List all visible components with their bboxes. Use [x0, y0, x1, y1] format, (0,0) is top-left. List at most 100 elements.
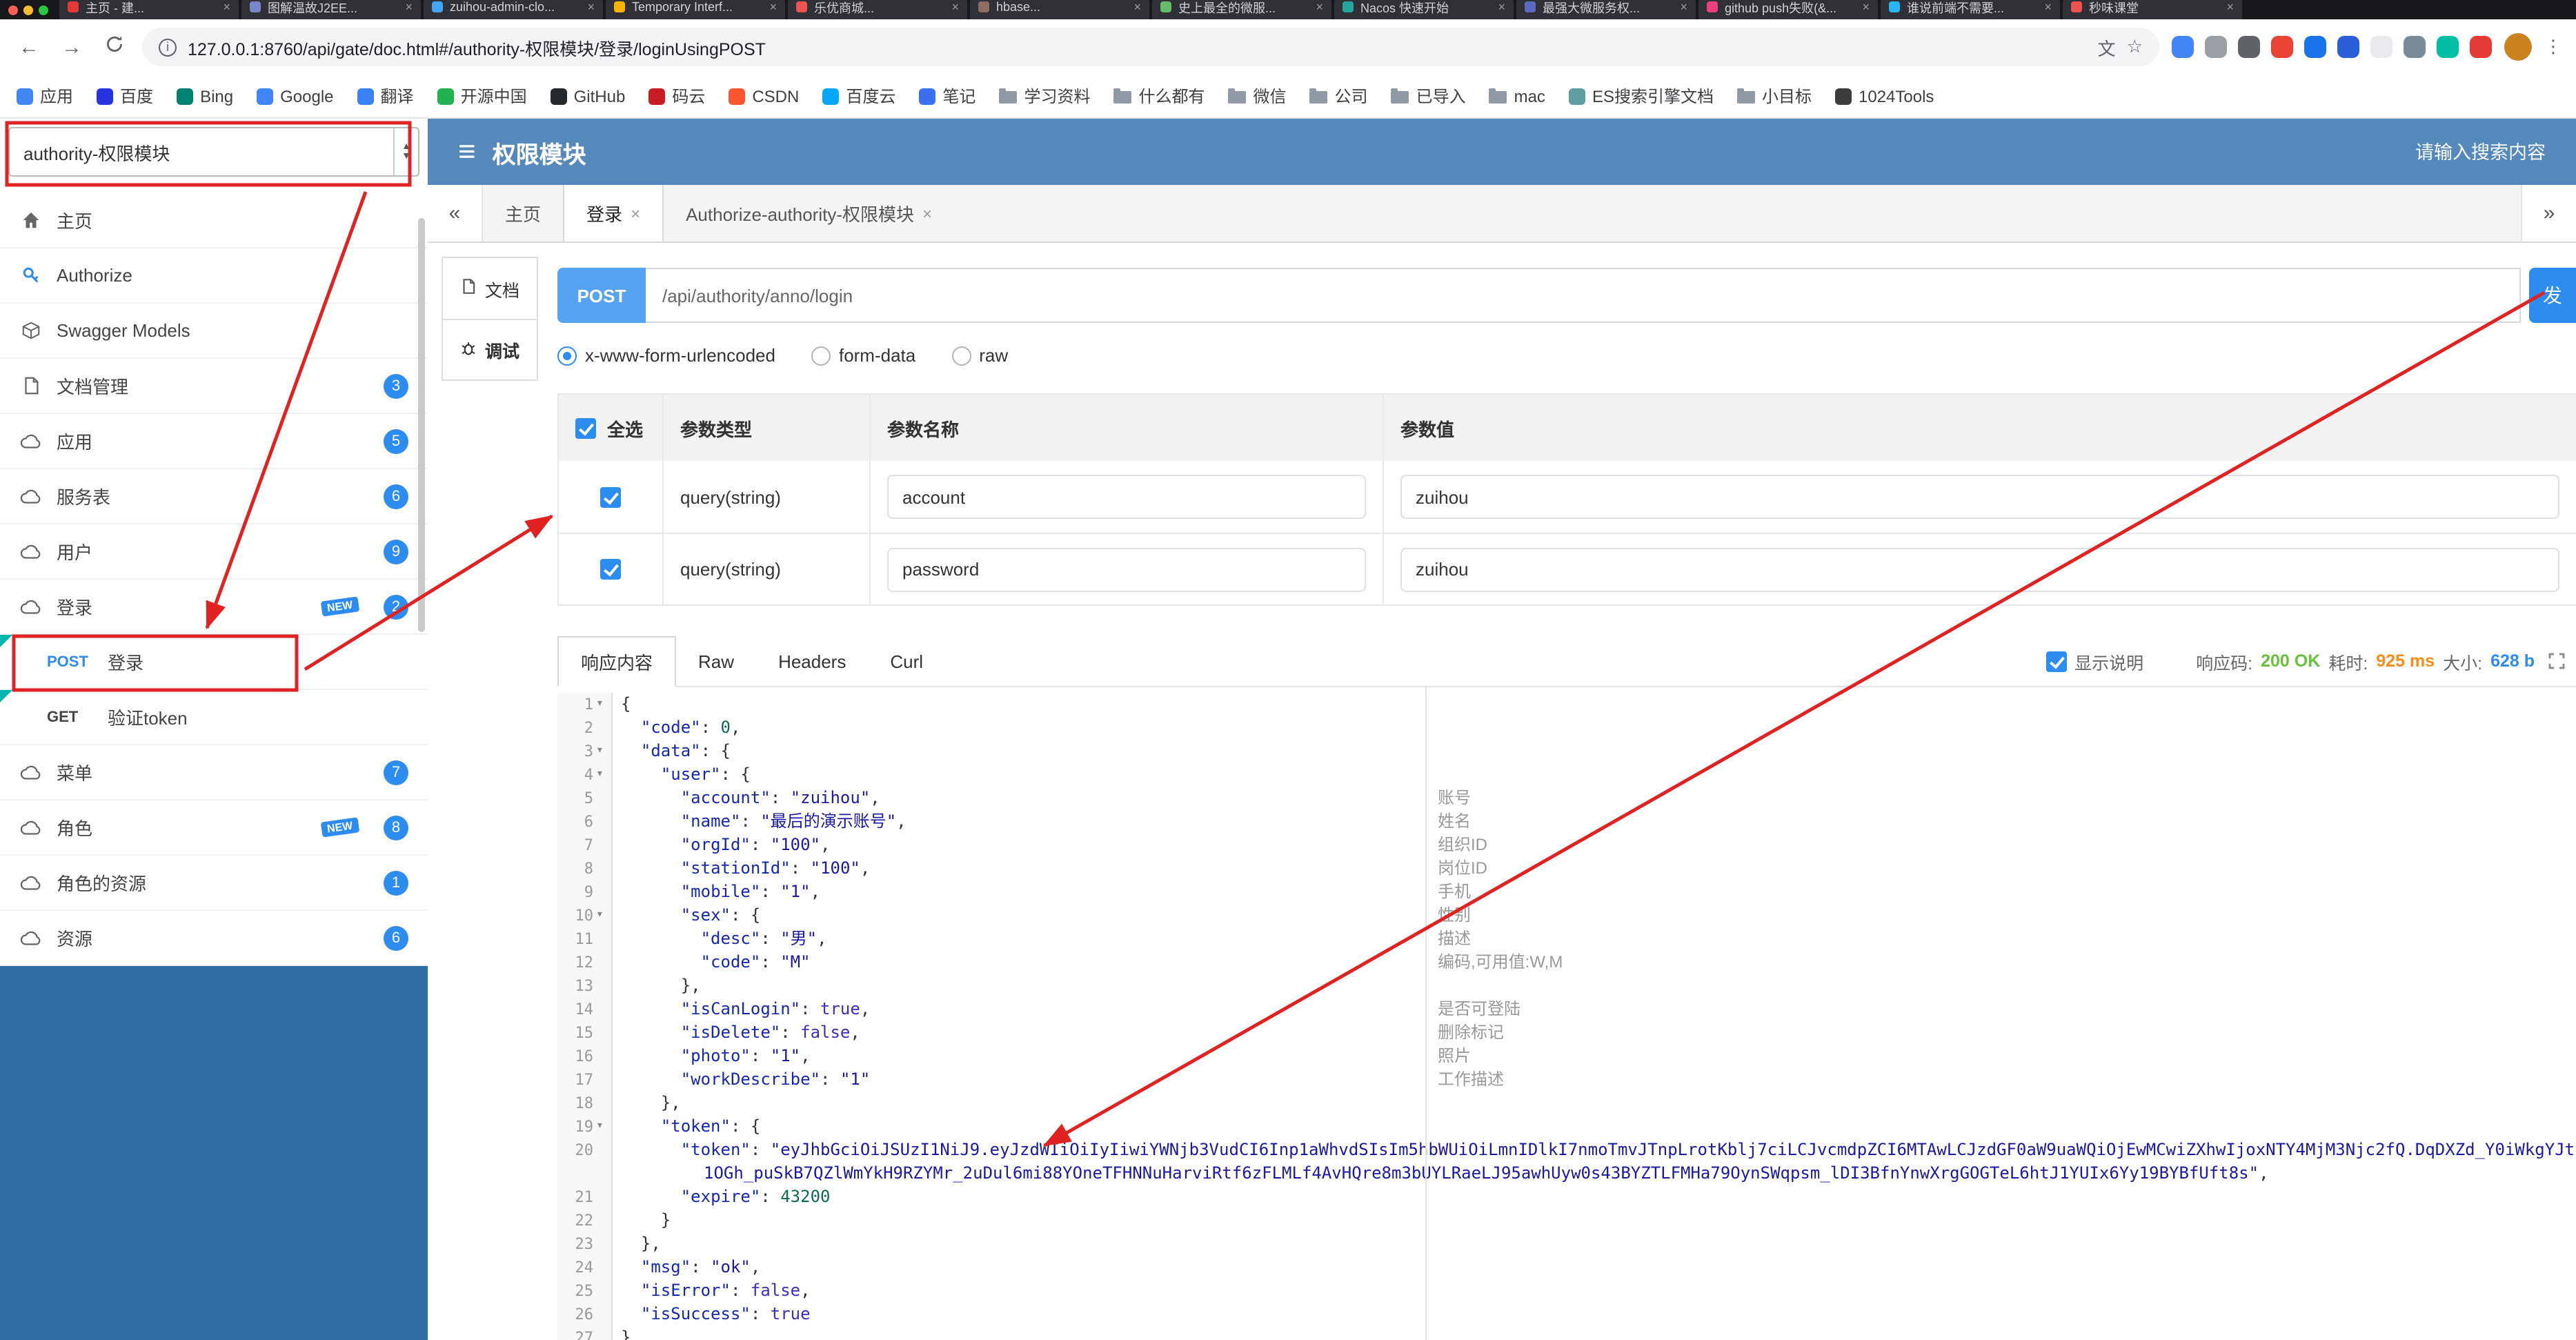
sidebar-item[interactable]: 角色的资源 1	[0, 856, 428, 911]
radio-icon[interactable]	[557, 346, 577, 365]
tab-close-icon[interactable]: ×	[223, 0, 230, 14]
tab-close-icon[interactable]: ×	[1680, 0, 1687, 14]
tab-close-icon[interactable]: ×	[2226, 0, 2234, 14]
content-type-option[interactable]: x-www-form-urlencoded	[557, 345, 775, 366]
tabs-scroll-right-icon[interactable]: »	[2521, 185, 2576, 242]
bookmark-item[interactable]: 微信	[1228, 84, 1287, 108]
teal-extension-icon[interactable]	[2437, 36, 2459, 58]
profile-avatar[interactable]	[2504, 33, 2532, 61]
sidebar-item[interactable]: 登录 NEW 2	[0, 580, 428, 635]
bookmark-item[interactable]: 1024Tools	[1835, 86, 1934, 106]
bookmark-item[interactable]: mac	[1489, 86, 1545, 106]
bookmark-item[interactable]: Bing	[177, 86, 233, 106]
browser-tab[interactable]: 主页 - 建... ×	[59, 0, 239, 19]
google-extension-icon[interactable]	[2271, 36, 2293, 58]
response-tab[interactable]: Raw	[676, 640, 756, 682]
sidebar-item[interactable]: 主页	[0, 193, 428, 248]
light-extension-icon[interactable]	[2370, 36, 2392, 58]
radio-icon[interactable]	[951, 346, 971, 365]
forward-icon[interactable]: →	[57, 35, 87, 59]
param-name-input[interactable]	[887, 475, 1366, 519]
bookmark-item[interactable]: 翻译	[357, 84, 414, 108]
tab-close-icon[interactable]: ×	[1133, 0, 1141, 14]
sidebar-item[interactable]: 应用 5	[0, 414, 428, 469]
tab-close-icon[interactable]: ×	[1862, 0, 1870, 14]
param-checkbox[interactable]	[600, 486, 621, 507]
browser-tab[interactable]: Nacos 快速开始 ×	[1334, 0, 1514, 19]
response-tab[interactable]: Curl	[868, 640, 945, 682]
tab-close-icon[interactable]: ×	[1498, 0, 1505, 14]
radio-icon[interactable]	[811, 346, 831, 365]
tab-close-icon[interactable]: ×	[922, 204, 932, 223]
sidebar-item[interactable]: Authorize	[0, 248, 428, 304]
bookmark-item[interactable]: 小目标	[1736, 84, 1812, 108]
tabs-scroll-left-icon[interactable]: «	[428, 185, 483, 242]
sidebar-item[interactable]: 用户 9	[0, 524, 428, 580]
blue-circle-extension-icon[interactable]	[2304, 36, 2326, 58]
back-icon[interactable]: ←	[14, 35, 44, 59]
tab-close-icon[interactable]: ×	[769, 0, 777, 14]
shield-extension-icon[interactable]	[2404, 36, 2426, 58]
bookmark-item[interactable]: 应用	[17, 84, 73, 108]
tab-close-icon[interactable]: ×	[2044, 0, 2052, 14]
browser-tab[interactable]: 史上最全的微服... ×	[1152, 0, 1331, 19]
browser-tab[interactable]: 乐优商城... ×	[788, 0, 967, 19]
bookmark-item[interactable]: 公司	[1309, 84, 1368, 108]
sidebar-item[interactable]: Swagger Models	[0, 304, 428, 359]
select-stepper-icon[interactable]: ▲ ▼	[393, 128, 418, 175]
sidebar-item[interactable]: 角色 NEW 8	[0, 800, 428, 856]
param-value-input[interactable]	[1400, 547, 2559, 591]
bookmark-item[interactable]: GitHub	[550, 86, 625, 106]
browser-tab[interactable]: Temporary Interf... ×	[606, 0, 785, 19]
sidebar-item[interactable]: POST 登录	[0, 635, 428, 690]
browser-tab[interactable]: 最强大微服务权... ×	[1516, 0, 1696, 19]
response-body-editor[interactable]: 1 ▾{2 "code": 0, 3 ▾ "data": {4 ▾ "user": {5…	[557, 687, 2576, 1340]
url-text[interactable]: 127.0.0.1:8760/api/gate/doc.html#/author…	[188, 34, 2087, 60]
window-zoom-icon[interactable]	[39, 5, 48, 14]
param-checkbox[interactable]	[600, 559, 621, 580]
sidebar-item[interactable]: 菜单 7	[0, 745, 428, 800]
window-minimize-icon[interactable]	[23, 5, 33, 14]
red-extension-icon[interactable]	[2470, 36, 2492, 58]
module-select[interactable]: authority-权限模块 ▲ ▼	[8, 127, 419, 177]
bookmark-item[interactable]: 什么都有	[1113, 84, 1205, 108]
sidebar-item[interactable]: 文档管理 3	[0, 359, 428, 414]
tab-close-icon[interactable]: ×	[951, 0, 959, 14]
response-tab[interactable]: 响应内容	[557, 636, 677, 687]
info-extension-icon[interactable]	[2205, 36, 2227, 58]
doc-nav-item[interactable]: 调试	[443, 319, 537, 380]
bookmark-item[interactable]: 学习资料	[999, 84, 1090, 108]
bookmark-item[interactable]: 笔记	[919, 84, 975, 108]
bookmark-item[interactable]: 百度	[97, 84, 153, 108]
bookmark-item[interactable]: 开源中国	[437, 84, 527, 108]
bookmark-item[interactable]: ES搜索引擎文档	[1568, 84, 1714, 108]
show-description-checkbox[interactable]	[2045, 651, 2067, 671]
tab-close-icon[interactable]: ×	[1316, 0, 1323, 14]
param-name-input[interactable]	[887, 547, 1366, 591]
tab-close-icon[interactable]: ×	[587, 0, 595, 14]
address-bar[interactable]: i 127.0.0.1:8760/api/gate/doc.html#/auth…	[142, 28, 2159, 66]
param-value-input[interactable]	[1400, 475, 2559, 519]
refresh-icon[interactable]	[99, 35, 130, 59]
dark-extension-icon[interactable]	[2238, 36, 2260, 58]
browser-tab[interactable]: github push失败(&... ×	[1698, 0, 1878, 19]
document-tab[interactable]: 主页	[483, 185, 563, 242]
hamburger-icon[interactable]: ≡	[458, 136, 476, 167]
bookmark-item[interactable]: 百度云	[822, 84, 895, 108]
bookmark-item[interactable]: 码云	[648, 84, 705, 108]
tab-close-icon[interactable]: ×	[631, 204, 640, 223]
browser-tab[interactable]: hbase... ×	[970, 0, 1149, 19]
grid-extension-icon[interactable]	[2172, 36, 2194, 58]
document-tab[interactable]: Authorize-authority-权限模块 ×	[664, 185, 954, 242]
bookmark-item[interactable]: CSDN	[729, 86, 799, 106]
select-all-checkbox[interactable]	[575, 417, 596, 438]
bookmark-item[interactable]: Google	[257, 86, 334, 106]
content-type-option[interactable]: form-data	[811, 345, 915, 366]
window-close-icon[interactable]	[8, 5, 18, 14]
doc-nav-item[interactable]: 文档	[443, 258, 537, 319]
request-path-input[interactable]: /api/authority/anno/login	[646, 268, 2521, 323]
bookmark-star-icon[interactable]: ☆	[2127, 36, 2143, 58]
browser-tab[interactable]: 谁说前端不需要... ×	[1881, 0, 2060, 19]
bookmark-item[interactable]: 已导入	[1391, 84, 1466, 108]
send-button[interactable]: 发	[2529, 268, 2576, 323]
